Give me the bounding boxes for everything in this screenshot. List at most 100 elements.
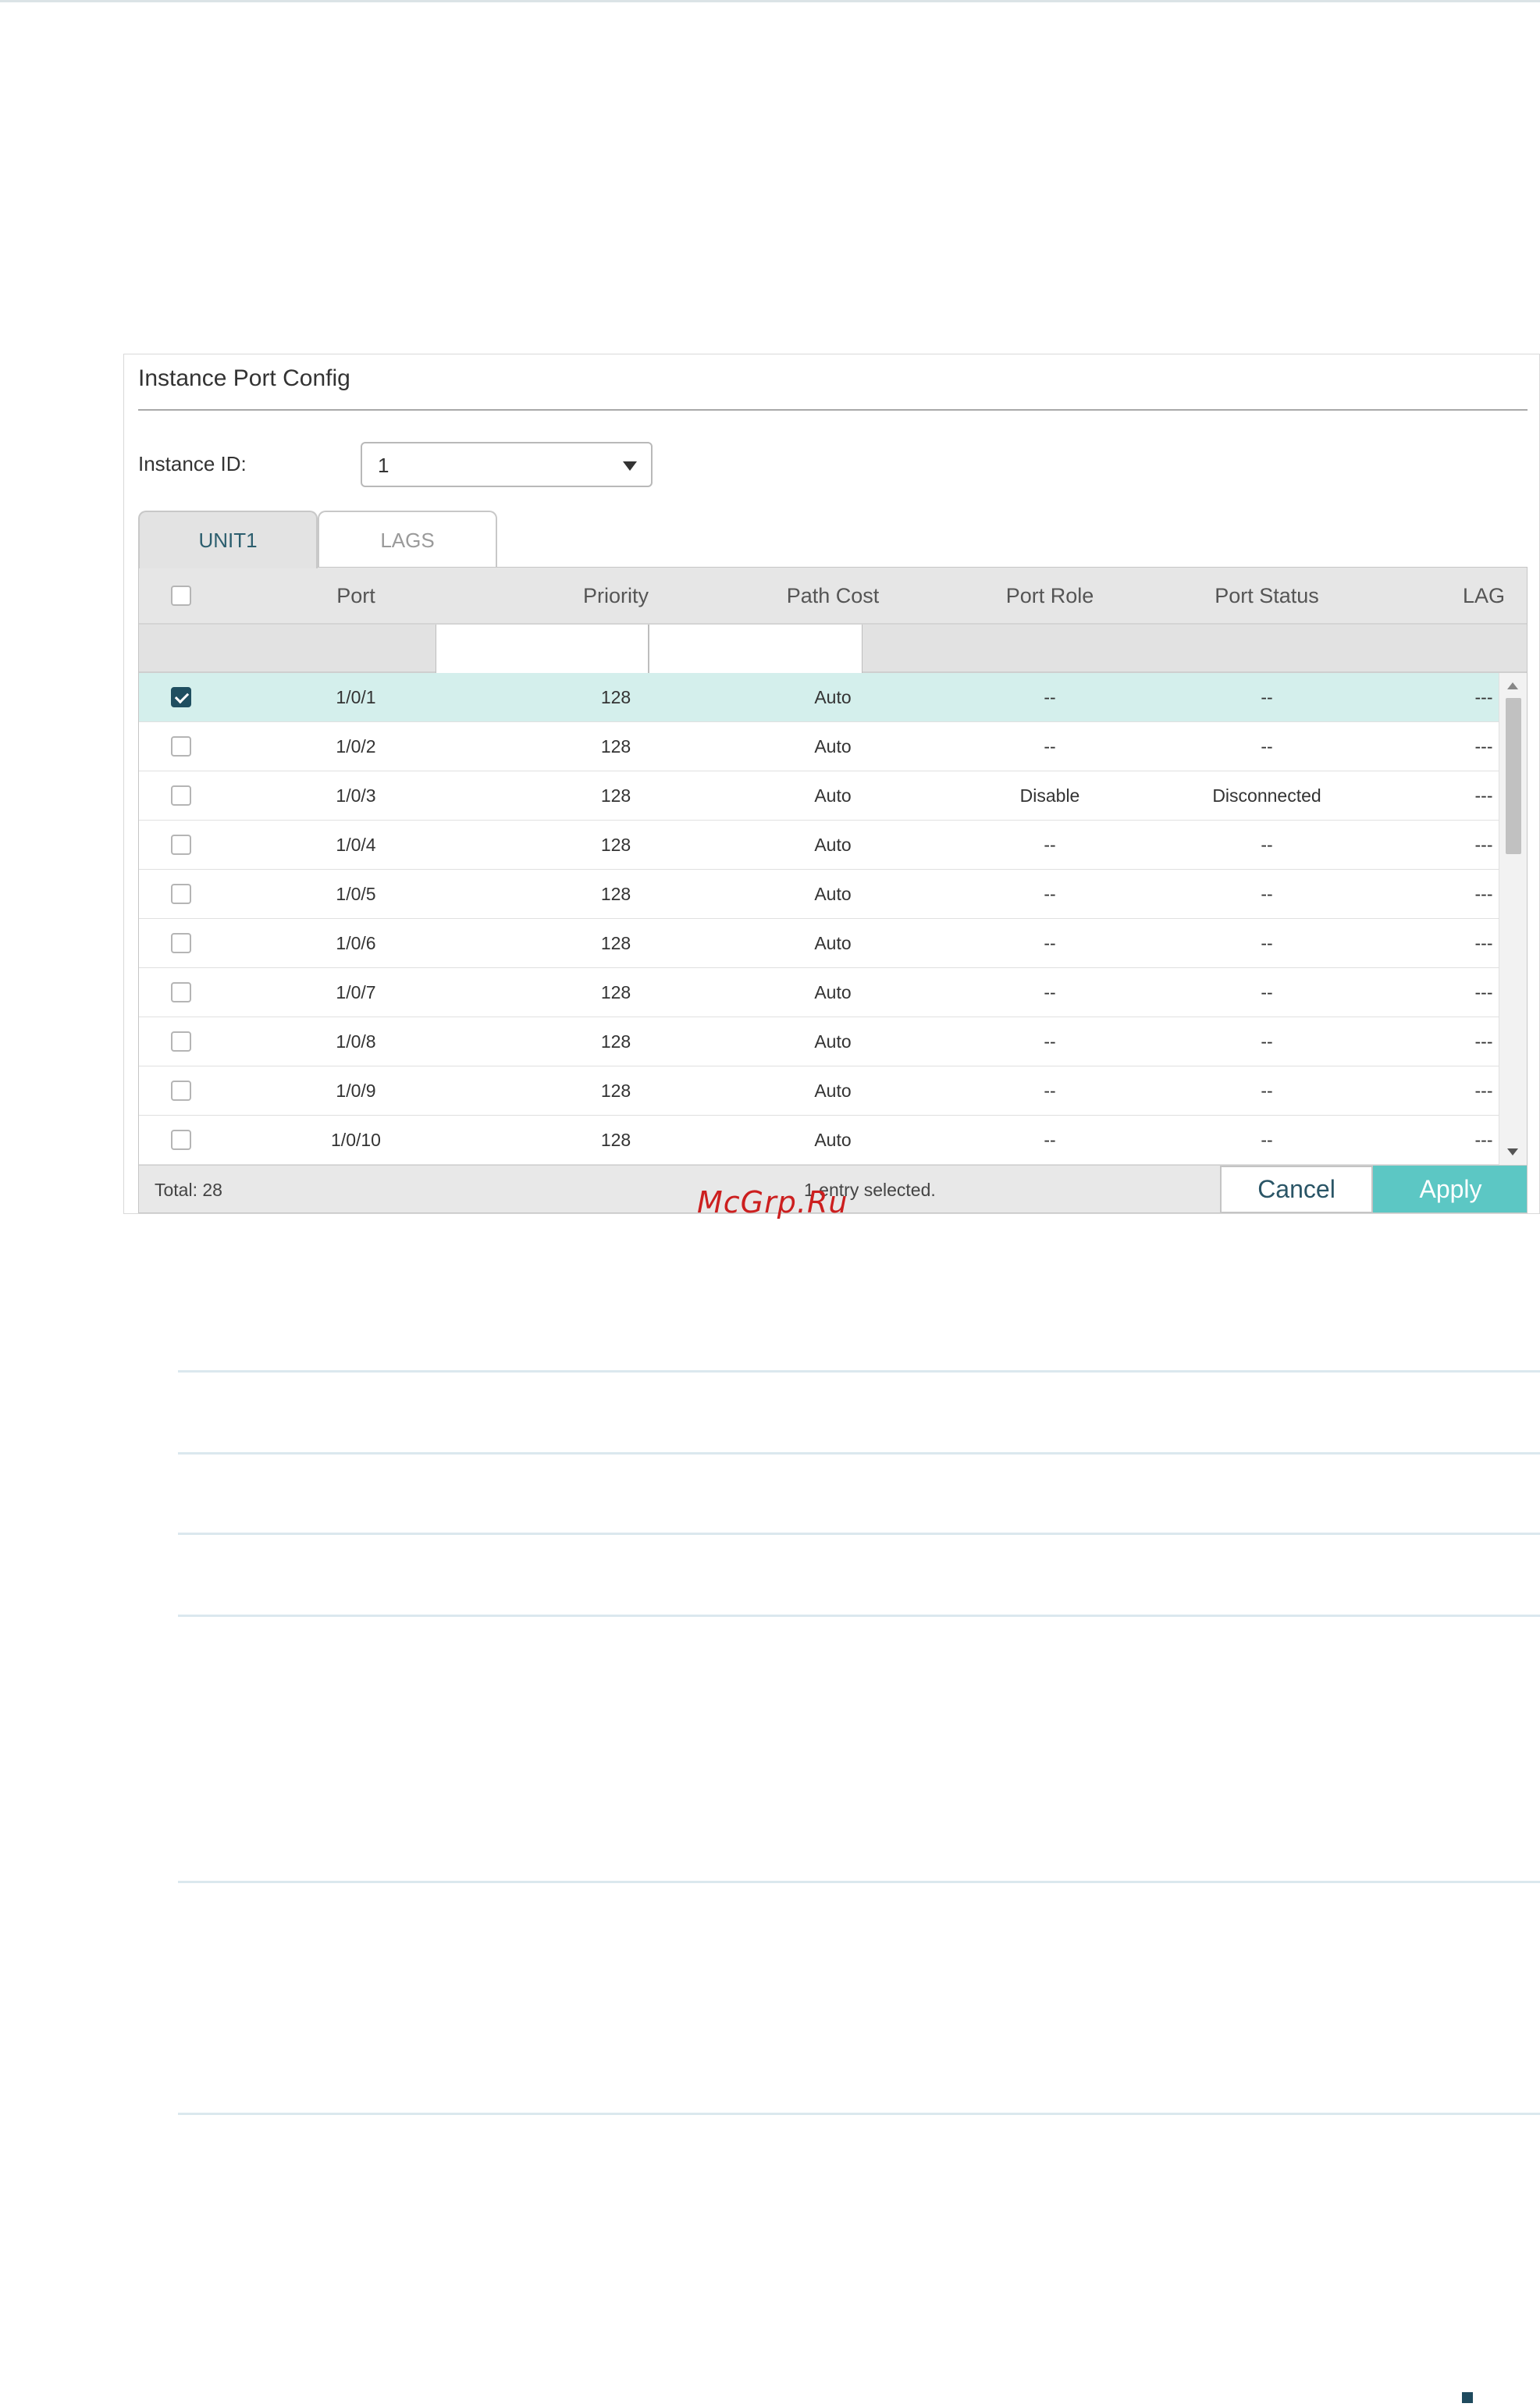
cell-port: 1/0/1: [336, 687, 376, 707]
table-row[interactable]: 1/0/3 128 Auto Disable Disconnected ---: [139, 771, 1499, 821]
page-corner-mark: [1462, 2392, 1473, 2403]
cell-priority: 128: [600, 785, 631, 806]
priority-filter-input[interactable]: [436, 625, 649, 673]
cell-path-cost: Auto: [814, 1081, 852, 1101]
cell-port-status: --: [1261, 1031, 1273, 1052]
table-row[interactable]: 1/0/8 128 Auto -- -- ---: [139, 1017, 1499, 1066]
table-row[interactable]: 1/0/5 128 Auto -- -- ---: [139, 870, 1499, 919]
apply-button[interactable]: Apply: [1373, 1166, 1527, 1212]
cell-priority: 128: [600, 982, 631, 1002]
total-count: Total: 28: [155, 1180, 222, 1200]
row-checkbox[interactable]: [171, 835, 191, 855]
cell-port-role: --: [1044, 835, 1056, 855]
cell-port-role: --: [1044, 933, 1056, 953]
column-header-lag[interactable]: LAG: [1375, 568, 1527, 625]
cell-port-status: --: [1261, 1081, 1273, 1101]
divider: [178, 1881, 1540, 1883]
cell-port: 1/0/2: [336, 736, 376, 757]
cell-priority: 128: [600, 687, 631, 707]
instance-port-config-panel: Instance Port Config Instance ID: 1 UNIT…: [123, 354, 1540, 1214]
arrow-down-icon[interactable]: [1507, 1148, 1518, 1155]
panel-title: Instance Port Config: [138, 365, 350, 391]
row-checkbox[interactable]: [171, 982, 191, 1002]
cancel-button[interactable]: Cancel: [1220, 1166, 1373, 1212]
table-row[interactable]: 1/0/9 128 Auto -- -- ---: [139, 1066, 1499, 1116]
port-table: Port Priority Path Cost Port Role Port S…: [138, 567, 1528, 1213]
table-row[interactable]: 1/0/4 128 Auto -- -- ---: [139, 821, 1499, 870]
cell-port-role: --: [1044, 982, 1056, 1002]
cell-port-status: --: [1261, 736, 1273, 757]
cell-path-cost: Auto: [814, 736, 852, 757]
table-scrollbar[interactable]: [1499, 673, 1527, 1165]
cell-priority: 128: [600, 1031, 631, 1052]
cell-port-role: --: [1044, 884, 1056, 904]
table-row[interactable]: 1/0/7 128 Auto -- -- ---: [139, 968, 1499, 1017]
watermark: McGrp.Ru: [697, 1185, 848, 1220]
cell-port: 1/0/7: [336, 982, 376, 1002]
cell-priority: 128: [600, 933, 631, 953]
cell-port-role: --: [1044, 1130, 1056, 1150]
divider: [178, 1533, 1540, 1535]
cell-path-cost: Auto: [814, 884, 852, 904]
cell-port: 1/0/3: [336, 785, 376, 806]
cell-port: 1/0/5: [336, 884, 376, 904]
cell-priority: 128: [600, 835, 631, 855]
column-header-port[interactable]: Port: [205, 568, 507, 625]
divider: [178, 1370, 1540, 1373]
column-header-port-status[interactable]: Port Status: [1158, 568, 1375, 625]
cell-port-role: --: [1044, 1031, 1056, 1052]
tab-lags[interactable]: LAGS: [318, 511, 497, 568]
cell-port-role: --: [1044, 1081, 1056, 1101]
instance-id-label: Instance ID:: [138, 452, 247, 475]
cell-path-cost: Auto: [814, 1130, 852, 1150]
table-header: Port Priority Path Cost Port Role Port S…: [139, 568, 1527, 625]
filter-row: [139, 625, 1527, 673]
divider: [178, 1452, 1540, 1455]
cell-port: 1/0/9: [336, 1081, 376, 1101]
cell-port: 1/0/8: [336, 1031, 376, 1052]
cell-path-cost: Auto: [814, 1031, 852, 1052]
column-header-priority[interactable]: Priority: [507, 568, 724, 625]
divider: [178, 2113, 1540, 2115]
instance-id-select[interactable]: 1: [361, 442, 653, 487]
row-checkbox[interactable]: [171, 736, 191, 757]
cell-port: 1/0/10: [331, 1130, 381, 1150]
cell-port-role: Disable: [1019, 785, 1080, 806]
cell-path-cost: Auto: [814, 687, 852, 707]
column-header-port-role[interactable]: Port Role: [941, 568, 1158, 625]
select-all-checkbox[interactable]: [171, 586, 191, 606]
row-checkbox[interactable]: [171, 785, 191, 806]
cell-path-cost: Auto: [814, 835, 852, 855]
arrow-up-icon[interactable]: [1507, 682, 1518, 689]
top-rule: [0, 0, 1540, 2]
row-checkbox[interactable]: [171, 933, 191, 953]
table-row[interactable]: 1/0/10 128 Auto -- -- ---: [139, 1116, 1499, 1165]
cell-port-status: --: [1261, 835, 1273, 855]
row-checkbox[interactable]: [171, 1031, 191, 1052]
divider: [178, 1615, 1540, 1617]
instance-id-value: 1: [378, 454, 389, 477]
table-row[interactable]: 1/0/2 128 Auto -- -- ---: [139, 722, 1499, 771]
title-divider: [138, 409, 1528, 411]
row-checkbox[interactable]: [171, 1130, 191, 1150]
cell-port: 1/0/6: [336, 933, 376, 953]
table-row[interactable]: 1/0/6 128 Auto -- -- ---: [139, 919, 1499, 968]
row-checkbox[interactable]: [171, 884, 191, 904]
tab-unit1[interactable]: UNIT1: [138, 511, 318, 568]
cell-priority: 128: [600, 884, 631, 904]
row-checkbox[interactable]: [171, 1081, 191, 1101]
cell-priority: 128: [600, 1081, 631, 1101]
cell-port-role: --: [1044, 687, 1056, 707]
cell-path-cost: Auto: [814, 933, 852, 953]
scrollbar-thumb[interactable]: [1506, 698, 1521, 854]
cell-port-status: --: [1261, 884, 1273, 904]
path-cost-filter-input[interactable]: [649, 625, 862, 673]
row-checkbox[interactable]: [171, 687, 191, 707]
cell-port-status: --: [1261, 687, 1273, 707]
table-body: 1/0/1 128 Auto -- -- --- 1/0/2 128 Auto -- -- --- 1/…: [139, 673, 1499, 1165]
cell-priority: 128: [600, 1130, 631, 1150]
table-row[interactable]: 1/0/1 128 Auto -- -- ---: [139, 673, 1499, 722]
column-header-path-cost[interactable]: Path Cost: [724, 568, 941, 625]
caret-down-icon: [623, 461, 637, 471]
cell-path-cost: Auto: [814, 785, 852, 806]
